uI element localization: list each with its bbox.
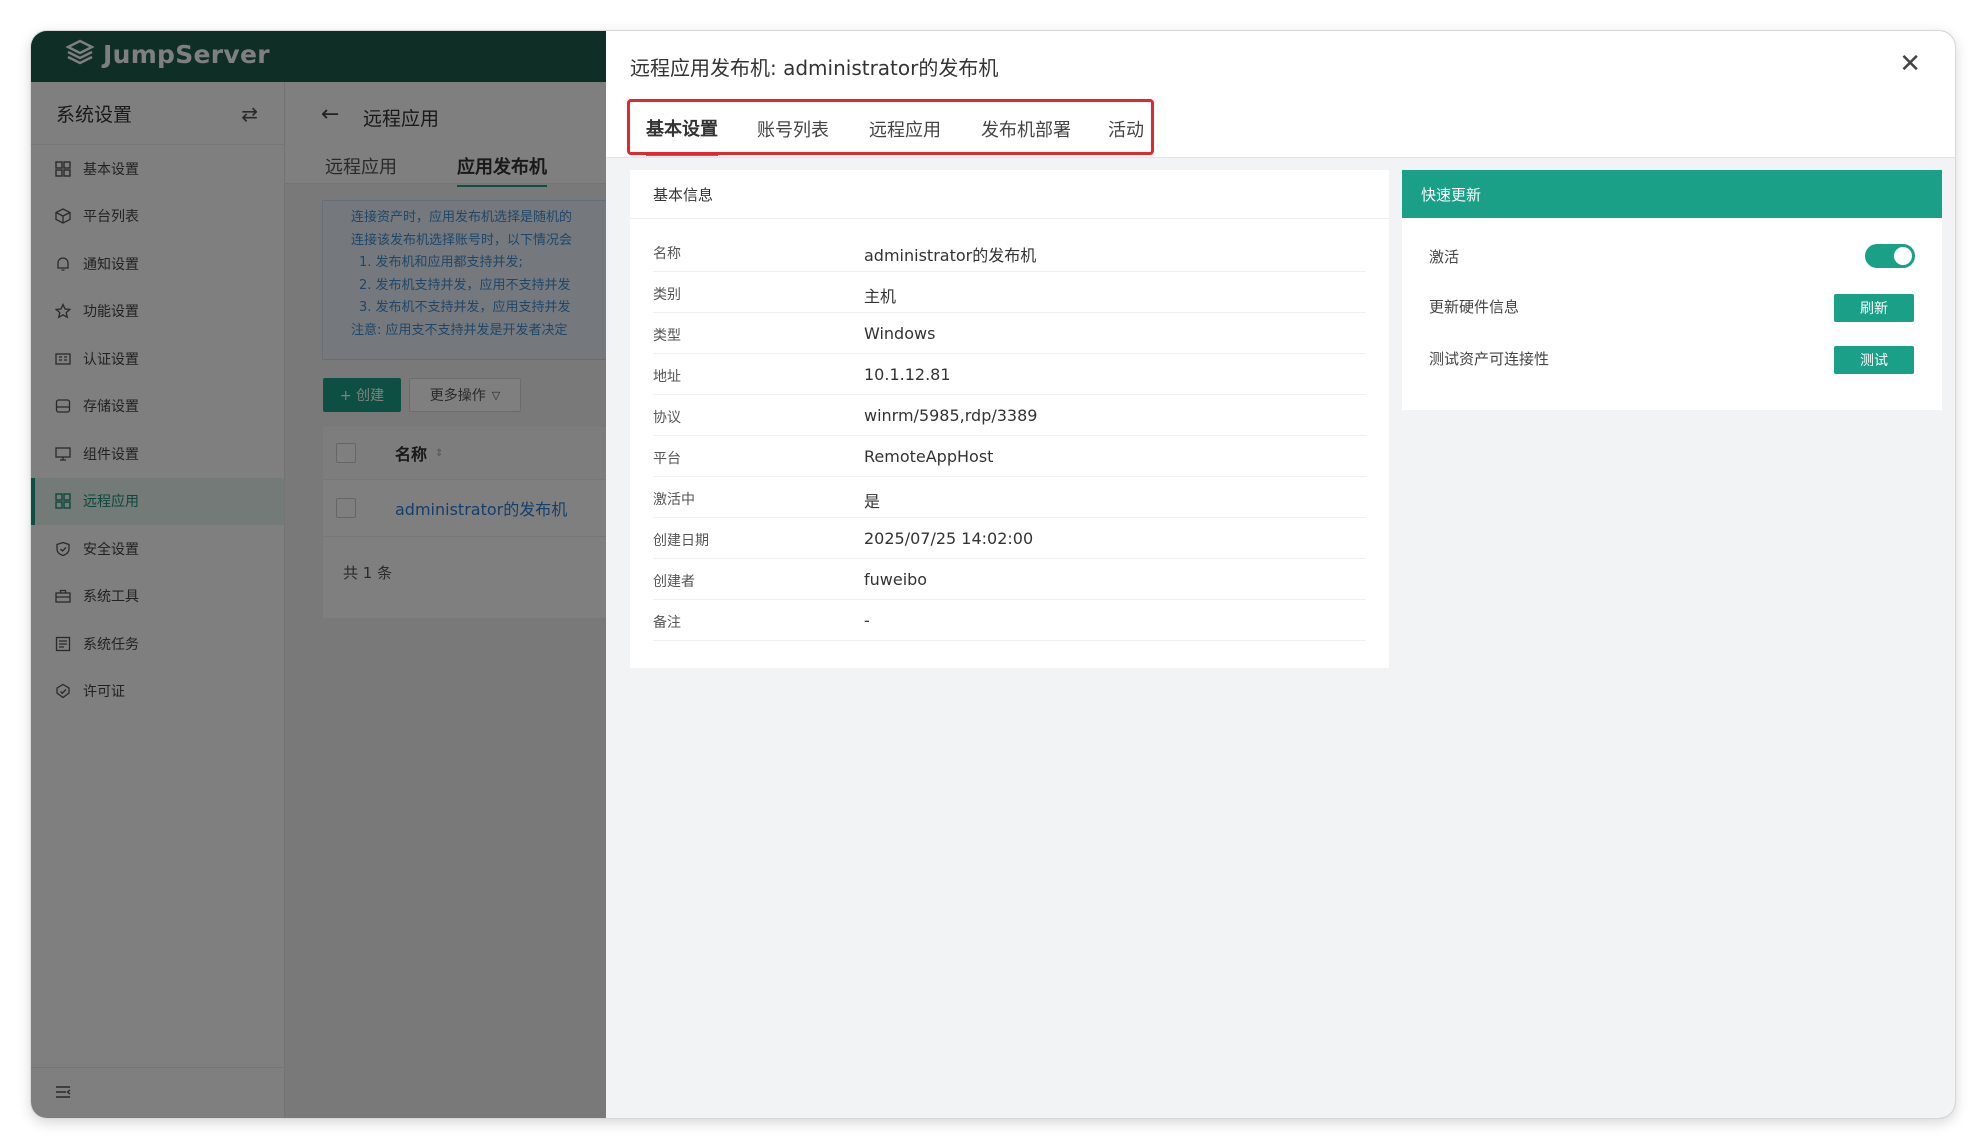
app-window: JumpServer 系统设置 ⇄ 基本设置平台列表通知设置功能设置认证设置存储…	[31, 31, 1955, 1118]
tab-deployment[interactable]: 发布机部署	[981, 101, 1071, 156]
info-value: 10.1.12.81	[864, 365, 951, 384]
info-value: fuweibo	[864, 570, 928, 589]
tab-remote-apps[interactable]: 远程应用	[869, 101, 941, 156]
info-row: 创建日期 2025/07/25 14:02:00	[653, 518, 1366, 559]
tab-activity[interactable]: 活动	[1108, 101, 1144, 156]
tab-basic-settings[interactable]: 基本设置	[646, 101, 718, 156]
close-icon[interactable]: ✕	[1899, 49, 1921, 79]
test-button[interactable]: 测试	[1834, 346, 1914, 374]
info-label: 类别	[653, 287, 681, 303]
tab-accounts[interactable]: 账号列表	[757, 101, 829, 156]
info-value: administrator的发布机	[864, 246, 1037, 265]
toggle-knob	[1894, 247, 1912, 265]
info-label: 类型	[653, 328, 681, 344]
info-label: 备注	[653, 615, 681, 631]
info-row: 备注 -	[653, 600, 1366, 641]
info-label: 激活中	[653, 492, 695, 508]
info-row: 类别 主机	[653, 272, 1366, 313]
info-label: 协议	[653, 410, 681, 426]
activate-label: 激活	[1429, 248, 1460, 266]
info-row: 名称 administrator的发布机	[653, 231, 1366, 272]
info-value: -	[864, 611, 870, 630]
basic-info-title: 基本信息	[630, 170, 1389, 219]
info-label: 地址	[653, 369, 681, 385]
activate-toggle[interactable]	[1865, 244, 1915, 268]
info-row: 平台 RemoteAppHost	[653, 436, 1366, 477]
info-row: 地址 10.1.12.81	[653, 354, 1366, 395]
info-value: 2025/07/25 14:02:00	[864, 529, 1034, 548]
refresh-button[interactable]: 刷新	[1834, 294, 1914, 322]
quick-update-title: 快速更新	[1402, 170, 1942, 218]
info-label: 创建日期	[653, 533, 709, 549]
info-label: 创建者	[653, 574, 695, 590]
basic-info-card: 基本信息 名称 administrator的发布机类别 主机类型 Windows 地址 1…	[630, 170, 1389, 668]
basic-info-list: 名称 administrator的发布机类别 主机类型 Windows 地址 10.1.1…	[630, 231, 1389, 641]
info-value: Windows	[864, 324, 936, 343]
info-label: 平台	[653, 451, 681, 467]
info-value: RemoteAppHost	[864, 447, 994, 466]
info-row: 激活中 是	[653, 477, 1366, 518]
drawer-header: 远程应用发布机: administrator的发布机 ✕	[606, 31, 1955, 102]
update-hardware-label: 更新硬件信息	[1429, 298, 1520, 316]
info-label: 名称	[653, 246, 681, 262]
quick-update-card: 快速更新 激活 更新硬件信息 刷新 测试资产可连接性 测试	[1402, 170, 1942, 410]
test-connectivity-label: 测试资产可连接性	[1429, 350, 1550, 368]
info-row: 类型 Windows	[653, 313, 1366, 354]
info-value: winrm/5985,rdp/3389	[864, 406, 1038, 425]
drawer-title: 远程应用发布机: administrator的发布机	[630, 56, 999, 80]
info-row: 创建者 fuweibo	[653, 559, 1366, 600]
info-row: 协议 winrm/5985,rdp/3389	[653, 395, 1366, 436]
drawer-tabs: 基本设置 账号列表 远程应用 发布机部署 活动	[606, 101, 1955, 158]
detail-drawer: 远程应用发布机: administrator的发布机 ✕ 基本设置 账号列表 远…	[606, 31, 1955, 1118]
info-value: 主机	[864, 287, 897, 306]
info-value: 是	[864, 492, 881, 511]
